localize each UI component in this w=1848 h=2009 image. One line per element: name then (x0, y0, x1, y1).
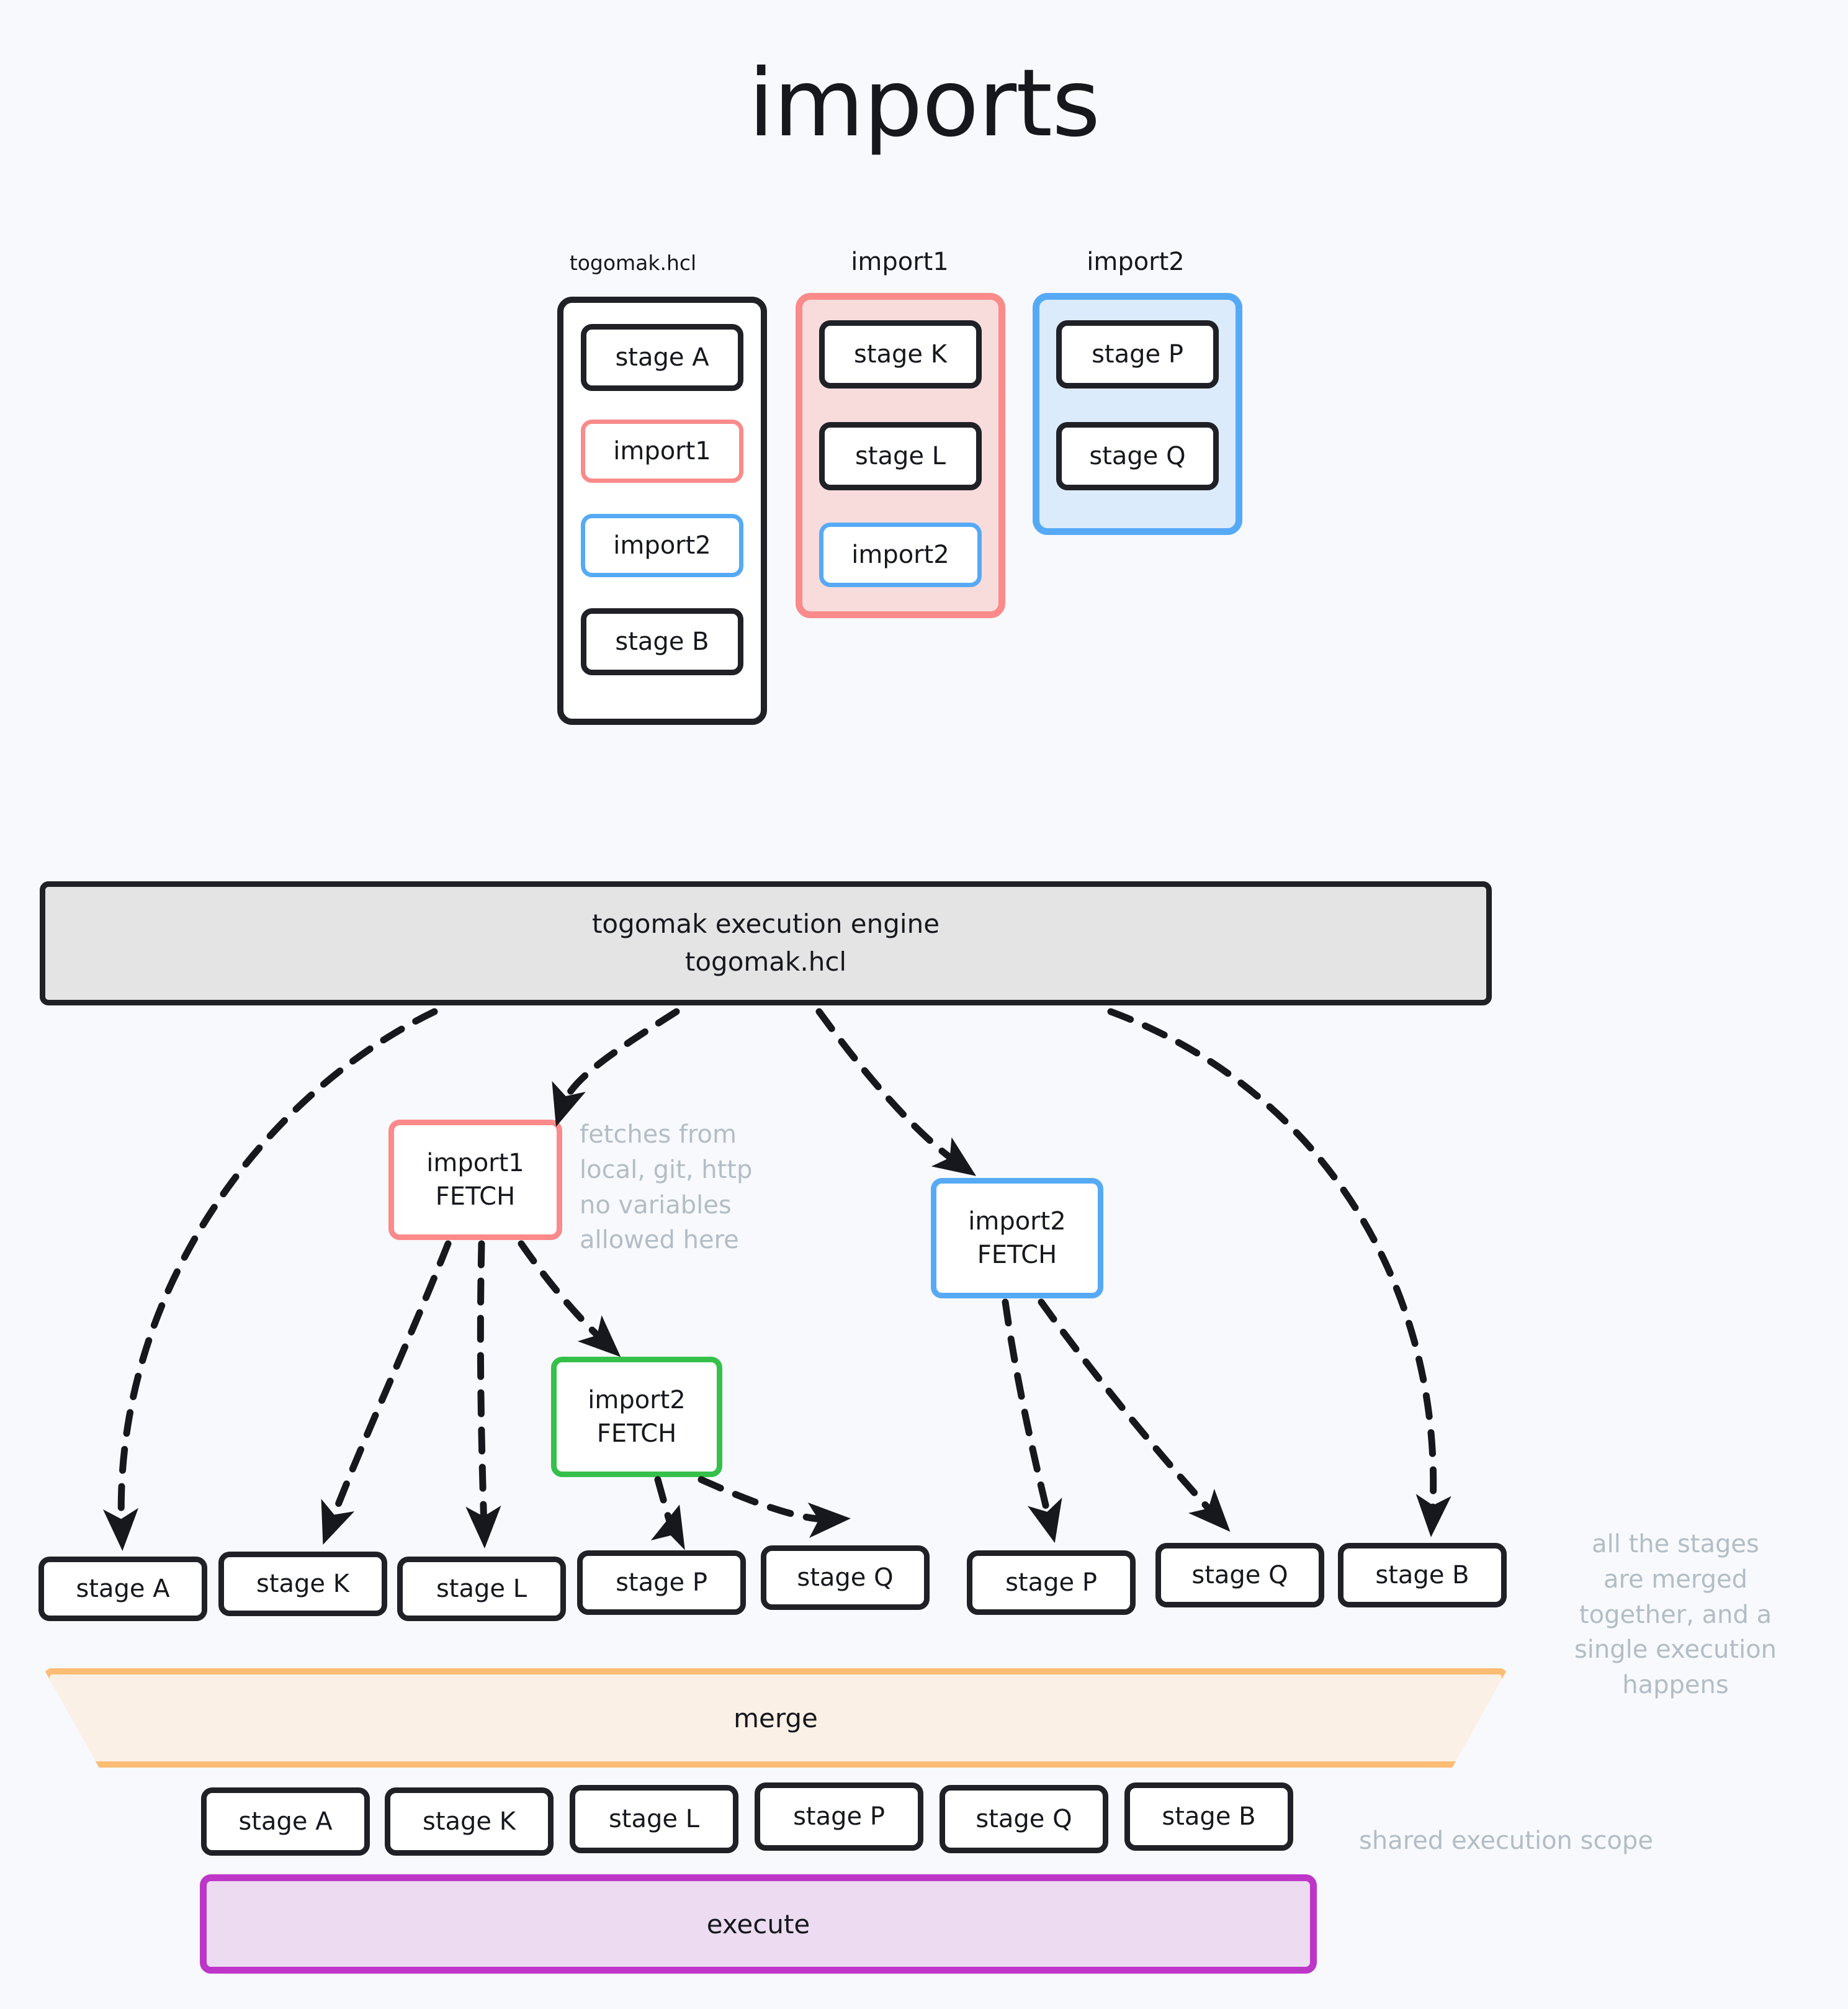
file-label-import1: import1 (851, 248, 949, 276)
merged-stage-3[interactable]: stage L (570, 1785, 738, 1853)
expanded-stage-3[interactable]: stage L (397, 1557, 566, 1621)
arrow-import1-to-import2-nested (518, 1240, 621, 1357)
arrow-import1-to-stage-l (465, 1240, 501, 1548)
import-box-import1-in-togomak[interactable]: import1 (581, 420, 743, 483)
stage-box-b-in-togomak[interactable]: stage B (581, 608, 743, 675)
fetch-node-import2-nested-action: FETCH (596, 1419, 677, 1448)
merged-stage-6[interactable]: stage B (1124, 1782, 1293, 1851)
expanded-stage-8[interactable]: stage B (1338, 1543, 1507, 1607)
merge-label: merge (733, 1702, 818, 1733)
fetch-node-import1-name: import1 (426, 1149, 524, 1177)
fetch-node-import1-action: FETCH (435, 1182, 516, 1211)
arrow-import2-root-to-stage-p (1002, 1298, 1062, 1544)
fetch-node-import2-nested[interactable]: import2 FETCH (551, 1357, 722, 1477)
merged-stage-2[interactable]: stage K (385, 1787, 554, 1856)
fetch-node-import2-root-action: FETCH (977, 1241, 1057, 1269)
merged-stage-4[interactable]: stage P (755, 1782, 923, 1851)
engine-subtitle: togomak.hcl (684, 946, 847, 977)
file-label-togomak-hcl: togomak.hcl (569, 251, 697, 275)
fetch-node-import2-root-name: import2 (968, 1207, 1066, 1236)
arrow-import2-nested-to-stage-p (650, 1476, 685, 1550)
arrow-import2-nested-to-stage-q (697, 1476, 851, 1539)
import-box-import2-in-import1[interactable]: import2 (819, 523, 982, 587)
fetch-node-import2-nested-name: import2 (588, 1386, 686, 1414)
page-title: imports (748, 50, 1100, 158)
engine-title: togomak execution engine (591, 909, 940, 940)
stage-box-p-in-import2[interactable]: stage P (1056, 320, 1219, 389)
stage-box-a-in-togomak[interactable]: stage A (581, 324, 743, 391)
file-label-import2: import2 (1087, 248, 1185, 276)
expanded-stage-1[interactable]: stage A (38, 1557, 207, 1621)
fetch-node-import2-root[interactable]: import2 FETCH (931, 1178, 1103, 1298)
arrow-import1-to-stage-k (321, 1240, 452, 1545)
stage-box-k-in-import1[interactable]: stage K (819, 320, 982, 389)
note-fetch-sources: fetches from local, git, http no variabl… (580, 1120, 753, 1255)
arrow-engine-to-import1-fetch (552, 1008, 680, 1127)
arrow-engine-to-stage-b (1107, 1008, 1451, 1537)
arrow-import2-root-to-stage-q (1038, 1298, 1231, 1532)
expanded-stage-5[interactable]: stage Q (761, 1545, 930, 1610)
diagram-canvas: imports togomak.hcl stage A import1 impo… (0, 0, 1848, 2009)
expanded-stage-4[interactable]: stage P (577, 1550, 746, 1615)
note-merge-explanation: all the stages are merged together, and … (1574, 1530, 1777, 1700)
fetch-node-import1[interactable]: import1 FETCH (388, 1120, 562, 1240)
stage-box-l-in-import1[interactable]: stage L (819, 422, 982, 490)
note-shared-scope: shared execution scope (1359, 1827, 1653, 1855)
execute-label: execute (706, 1908, 810, 1939)
arrow-engine-to-import2-fetch (815, 1008, 977, 1176)
expanded-stage-7[interactable]: stage Q (1155, 1543, 1324, 1607)
merged-stage-1[interactable]: stage A (201, 1787, 370, 1856)
import-box-import2-in-togomak[interactable]: import2 (581, 514, 743, 577)
stage-box-q-in-import2[interactable]: stage Q (1056, 422, 1219, 490)
execution-engine-bar: togomak execution engine togomak.hcl (40, 881, 1492, 1005)
execute-bar[interactable]: execute (200, 1874, 1317, 1974)
merge-band: merge (43, 1668, 1508, 1768)
arrow-engine-to-stage-a (102, 1008, 438, 1551)
expanded-stage-2[interactable]: stage K (218, 1552, 387, 1616)
merged-stage-5[interactable]: stage Q (940, 1785, 1108, 1853)
expanded-stage-6[interactable]: stage P (967, 1550, 1136, 1615)
